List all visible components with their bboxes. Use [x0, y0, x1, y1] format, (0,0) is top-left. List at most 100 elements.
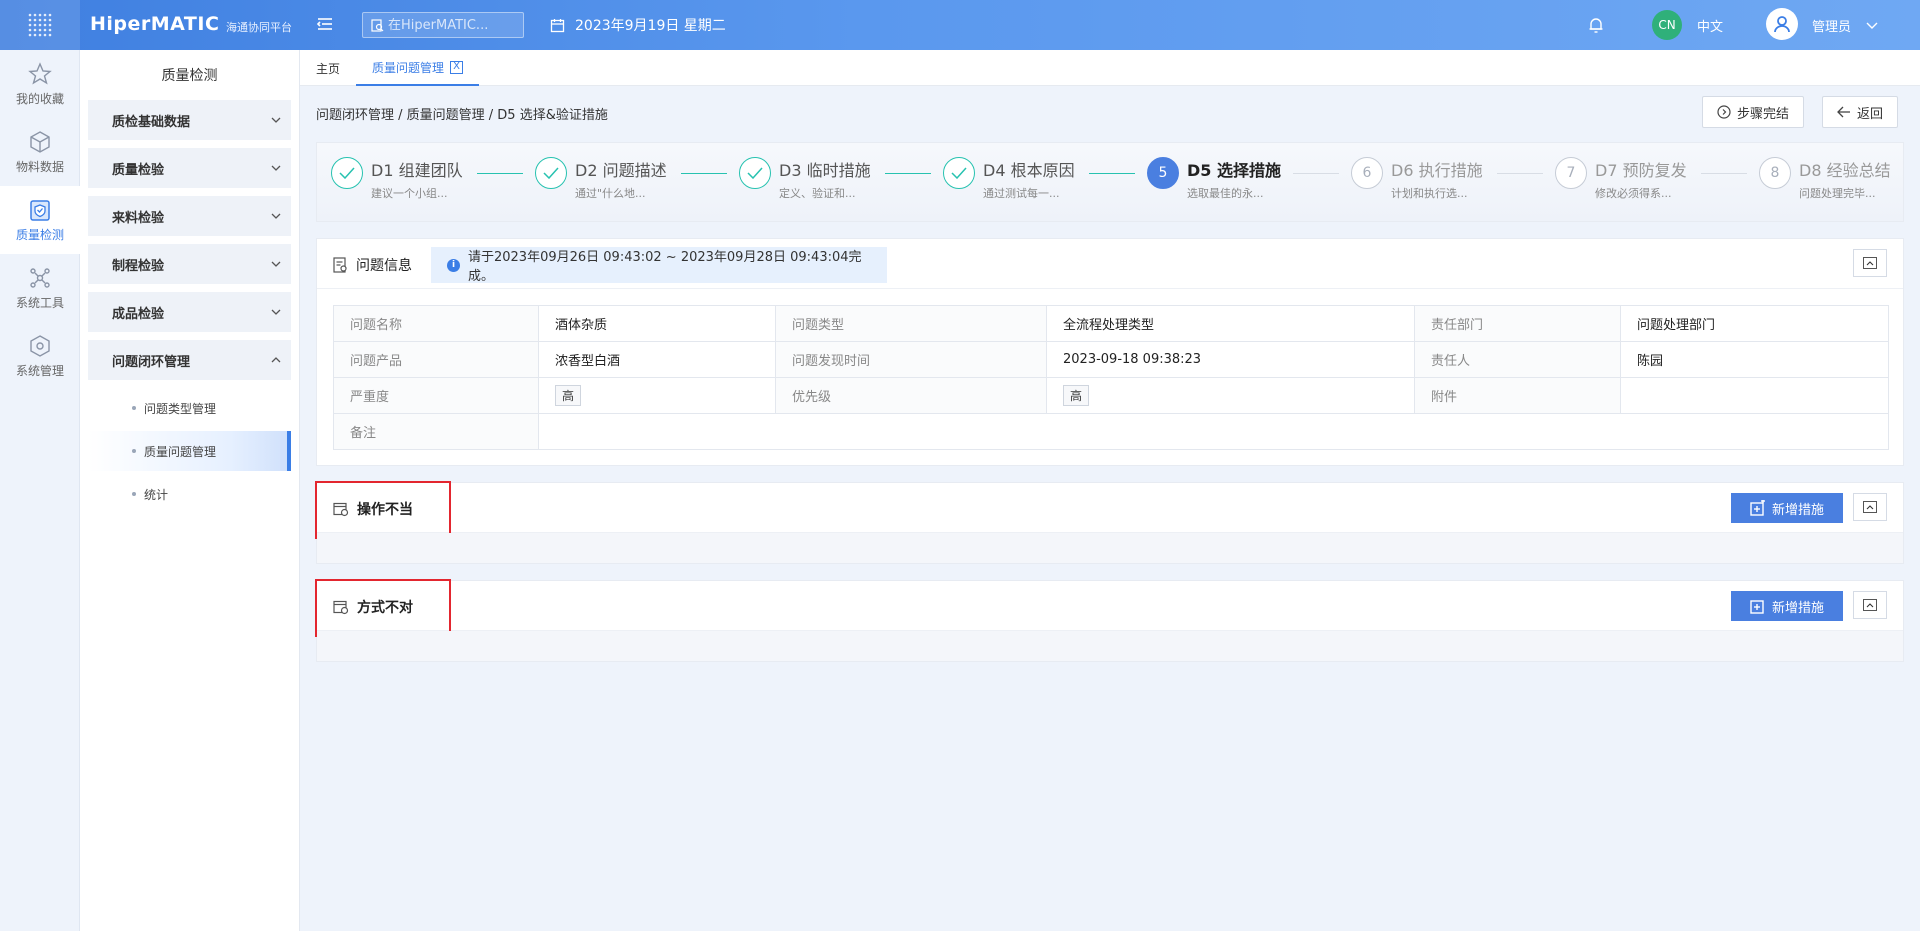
- rail-item-quality[interactable]: 质量检测: [0, 186, 80, 254]
- field-value: 浓香型白酒: [538, 341, 776, 378]
- collapse-icon: [1863, 599, 1877, 611]
- chevron-down-icon[interactable]: [1866, 18, 1878, 34]
- sidebar-item-problem-type[interactable]: 问题类型管理: [88, 388, 291, 428]
- collapse-button[interactable]: [1853, 249, 1887, 277]
- step-desc: 建议一个小组...: [371, 187, 448, 200]
- user-avatar[interactable]: [1766, 8, 1798, 40]
- app-logo-subtitle: 海通协同平台: [226, 21, 292, 34]
- sidebar-item-label: 质量问题管理: [144, 444, 217, 459]
- step-d5[interactable]: 5 D5 选择措施选取最佳的永...: [1147, 157, 1281, 201]
- remarks-value: [538, 413, 1889, 450]
- step-title: D1 组建团队: [371, 161, 463, 180]
- menu-toggle-icon[interactable]: [316, 15, 336, 35]
- panel-header: 问题信息 i 请于2023年09月26日 09:43:02 ~ 2023年09月…: [317, 239, 1903, 289]
- date-text: 2023年9月19日 星期二: [575, 18, 726, 34]
- section-title-text: 问题信息: [356, 258, 412, 274]
- rail-item-tools[interactable]: 系统工具: [0, 254, 80, 322]
- step-number: 8: [1759, 157, 1791, 189]
- collapse-button[interactable]: [1853, 493, 1887, 521]
- panel-header: 操作不当 新增措施: [315, 481, 1903, 539]
- step-title: D5 选择措施: [1187, 161, 1281, 180]
- field-value: 全流程处理类型: [1046, 305, 1415, 342]
- sidebar-group-basic-data[interactable]: 质检基础数据: [88, 100, 291, 140]
- sidebar-item-quality-problem[interactable]: 质量问题管理: [88, 431, 291, 471]
- settings-cube-icon: [30, 334, 50, 357]
- step-d8[interactable]: 8 D8 经验总结 问题处理完毕...: [1759, 157, 1891, 201]
- sidebar-group-closed-loop[interactable]: 问题闭环管理: [88, 340, 291, 380]
- step-desc: 通过"什么地...: [575, 187, 646, 200]
- button-label: 新增措施: [1771, 502, 1824, 518]
- step-title: D2 问题描述: [575, 161, 667, 180]
- rail-item-favorites[interactable]: 我的收藏: [0, 50, 80, 118]
- user-name[interactable]: 管理员: [1812, 16, 1851, 35]
- step-connector: [1701, 173, 1747, 174]
- add-measure-button[interactable]: 新增措施: [1731, 493, 1843, 523]
- language-badge[interactable]: CN: [1652, 10, 1682, 40]
- network-icon: [30, 267, 50, 288]
- step-desc: 通过测试每一...: [983, 187, 1060, 200]
- step-d3[interactable]: D3 临时措施 定义、验证和...: [739, 157, 871, 201]
- notification-bell-icon[interactable]: [1588, 16, 1604, 38]
- step-complete-button[interactable]: 步骤完结: [1702, 96, 1805, 128]
- sidebar-group-incoming[interactable]: 来料检验: [88, 196, 291, 236]
- problem-info-panel: 问题信息 i 请于2023年09月26日 09:43:02 ~ 2023年09月…: [316, 238, 1904, 466]
- global-search[interactable]: [362, 12, 524, 38]
- breadcrumb: 问题闭环管理 / 质量问题管理 / D5 选择&验证措施: [316, 108, 608, 123]
- module-rail: 我的收藏 物料数据 质量检测 系统工具 系统管理: [0, 50, 80, 931]
- step-d7[interactable]: 7 D7 预防复发 修改必须得系...: [1555, 157, 1687, 201]
- collapse-button[interactable]: [1853, 591, 1887, 619]
- sidebar-group-label: 质检基础数据: [112, 114, 191, 130]
- priority-tag: 高: [1063, 385, 1090, 406]
- rail-label: 物料数据: [15, 159, 64, 174]
- tab-label: 质量问题管理: [372, 60, 445, 75]
- step-d2[interactable]: D2 问题描述通过"什么地...: [535, 157, 667, 201]
- close-icon[interactable]: X: [450, 60, 464, 74]
- rail-item-system[interactable]: 系统管理: [0, 322, 80, 390]
- sidebar-item-label: 问题类型管理: [144, 401, 217, 416]
- tab-home[interactable]: 主页: [316, 50, 340, 86]
- sidebar-group-inspection[interactable]: 质量检验: [88, 148, 291, 188]
- sidebar-group-process[interactable]: 制程检验: [88, 244, 291, 284]
- step-d1[interactable]: D1 组建团队建议一个小组...: [331, 157, 463, 201]
- button-label: 步骤完结: [1737, 106, 1790, 122]
- chevron-down-icon: [271, 165, 281, 171]
- step-number: 5: [1147, 157, 1179, 189]
- step-connector: [477, 173, 523, 174]
- step-d6[interactable]: 6 D6 执行措施 计划和执行选...: [1351, 157, 1483, 201]
- section-title: 问题信息: [333, 255, 412, 275]
- sidebar-group-label: 问题闭环管理: [112, 354, 191, 370]
- rail-item-material[interactable]: 物料数据: [0, 118, 80, 186]
- app-grid-icon[interactable]: [0, 0, 80, 50]
- step-title: D7 预防复发: [1595, 161, 1687, 180]
- bullet-dot: [132, 492, 136, 496]
- check-icon: [739, 157, 771, 189]
- problem-info-table: 问题名称 酒体杂质 问题类型 全流程处理类型 责任部门 问题处理部门 问题产品 …: [333, 305, 1889, 450]
- tab-quality-problem[interactable]: 质量问题管理 X: [356, 50, 480, 86]
- add-square-icon: [1750, 600, 1764, 614]
- sidebar-item-statistics[interactable]: 统计: [88, 474, 291, 514]
- field-label: 严重度: [333, 377, 539, 414]
- step-d4[interactable]: D4 根本原因 通过测试每一...: [943, 157, 1075, 201]
- step-desc: 修改必须得系...: [1595, 187, 1672, 200]
- check-icon: [331, 157, 363, 189]
- user-icon: [1774, 16, 1790, 33]
- sidebar-group-label: 质量检验: [112, 162, 165, 178]
- step-desc: 选取最佳的永...: [1187, 187, 1264, 200]
- measure-body: [317, 631, 1903, 661]
- sidebar-group-finished[interactable]: 成品检验: [88, 292, 291, 332]
- bullet-dot: [132, 449, 136, 453]
- add-measure-button[interactable]: 新增措施: [1731, 591, 1843, 621]
- language-label[interactable]: 中文: [1697, 16, 1723, 35]
- check-icon: [535, 157, 567, 189]
- step-progress: D1 组建团队建议一个小组... D2 问题描述通过"什么地... D3 临时措…: [316, 142, 1904, 222]
- step-connector: [885, 173, 931, 174]
- search-input[interactable]: [388, 17, 518, 33]
- rail-label: 系统管理: [15, 363, 64, 378]
- sidebar-title: 质量检测: [161, 68, 218, 84]
- attachment-value[interactable]: [1620, 377, 1889, 414]
- field-value: 酒体杂质: [538, 305, 776, 342]
- button-label: 新增措施: [1771, 600, 1824, 616]
- back-button[interactable]: 返回: [1822, 96, 1899, 128]
- step-title: D8 经验总结: [1799, 161, 1891, 180]
- step-connector: [1089, 173, 1135, 174]
